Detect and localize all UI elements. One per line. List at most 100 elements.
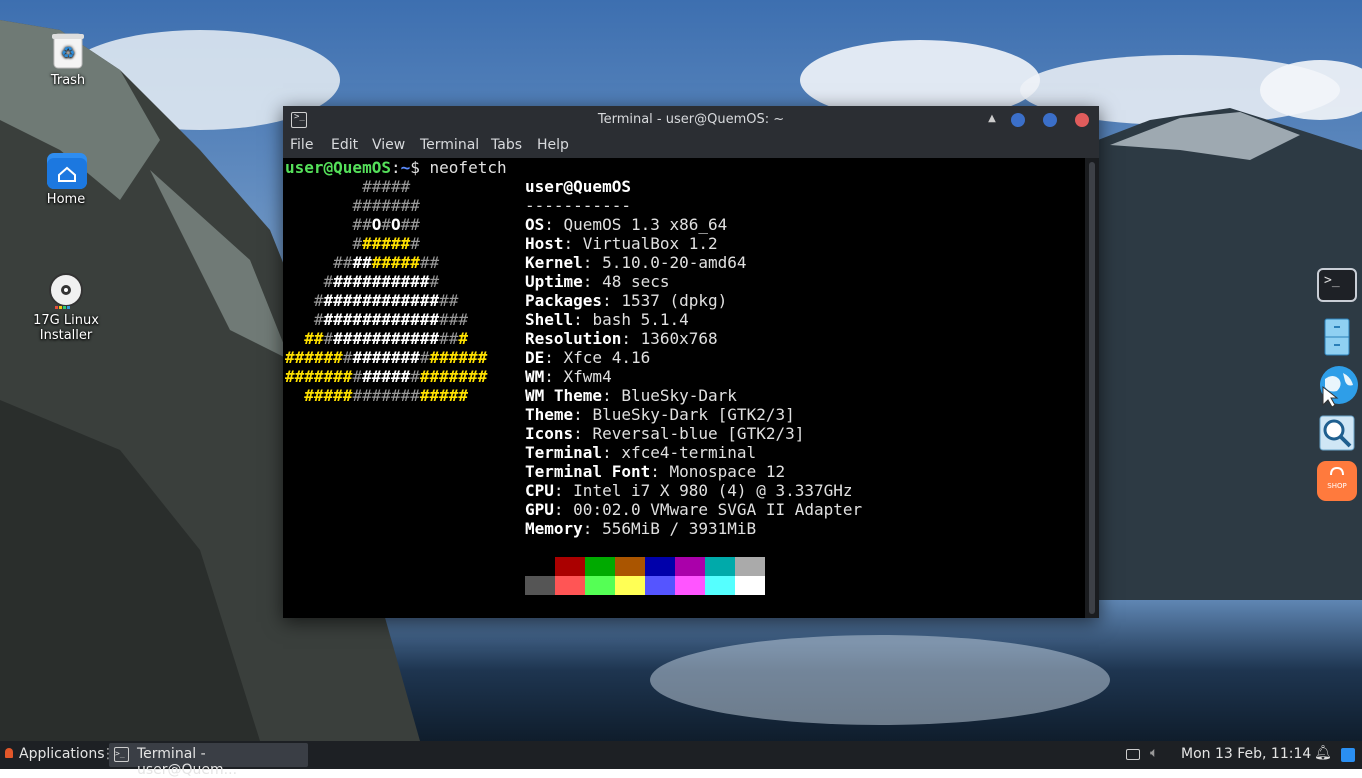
info-value: : bash 5.1.4 — [573, 310, 689, 329]
dock-web-browser-icon[interactable] — [1317, 365, 1358, 408]
info-key: Resolution — [525, 329, 622, 348]
show-desktop-icon[interactable] — [1341, 748, 1355, 762]
logo-line: ##################### — [285, 367, 488, 386]
info-key: OS — [525, 215, 545, 234]
prompt-path: ~ — [400, 158, 411, 177]
info-line: Uptime: 48 secs — [525, 272, 670, 291]
logo-line: ########### — [285, 253, 440, 272]
info-value: : 556MiB / 3931MiB — [582, 519, 757, 538]
prompt-user: user@QuemOS — [285, 158, 391, 177]
info-key: CPU — [525, 481, 554, 500]
menu-file[interactable]: File — [290, 137, 313, 153]
info-value: : Intel i7 X 980 (4) @ 3.337GHz — [553, 481, 853, 500]
info-key: Theme — [525, 405, 574, 424]
logo-line: ####### — [285, 196, 420, 215]
color-swatch — [645, 557, 675, 576]
terminal-window[interactable]: >_ Terminal - user@QuemOS: ~ ▲ File Edit… — [283, 106, 1099, 618]
info-key: WM Theme — [525, 386, 603, 405]
info-line: WM: Xfwm4 — [525, 367, 612, 386]
logo-line: ################# — [304, 386, 469, 405]
info-line: GPU: 00:02.0 VMware SVGA II Adapter — [525, 500, 862, 519]
info-line: Terminal Font: Monospace 12 — [525, 462, 785, 481]
applications-menu-icon — [5, 748, 13, 758]
info-line: CPU: Intel i7 X 980 (4) @ 3.337GHz — [525, 481, 853, 500]
info-value: : BlueSky-Dark — [602, 386, 737, 405]
desktop-icon-home[interactable]: Home — [21, 149, 111, 207]
info-key: Packages — [525, 291, 603, 310]
info-line: WM Theme: BlueSky-Dark — [525, 386, 737, 405]
logo-line: ####### — [285, 234, 420, 253]
info-value: : 1537 (dpkg) — [602, 291, 728, 310]
logo-line: ################# — [304, 329, 469, 348]
info-line: Resolution: 1360x768 — [525, 329, 718, 348]
logo-line: ############### — [285, 291, 459, 310]
color-swatch — [555, 576, 585, 595]
info-value: : Reversal-blue [GTK2/3] — [573, 424, 805, 443]
dock-file-cabinet-icon[interactable] — [1317, 317, 1357, 357]
info-value: : QuemOS 1.3 x86_64 — [544, 215, 728, 234]
desktop-icon-label: Home — [46, 192, 86, 207]
window-titlebar[interactable]: >_ Terminal - user@QuemOS: ~ ▲ — [283, 106, 1099, 133]
desktop-icon-trash[interactable]: ♻ Trash — [23, 30, 113, 88]
color-swatch — [525, 557, 555, 576]
info-key: Terminal — [525, 443, 603, 462]
logo-line: ############ — [285, 272, 440, 291]
menubar: File Edit View Terminal Tabs Help — [283, 133, 1099, 158]
dock-search-icon[interactable] — [1317, 413, 1357, 453]
home-folder-icon — [46, 149, 87, 189]
menu-terminal[interactable]: Terminal — [420, 137, 479, 153]
terminal-output[interactable]: user@QuemOS:~$ neofetch ##### ####### ##… — [283, 158, 1085, 618]
prompt-separator: : — [390, 158, 401, 177]
menu-edit[interactable]: Edit — [331, 137, 358, 153]
color-swatch — [615, 576, 645, 595]
info-key: Icons — [525, 424, 574, 443]
menu-tabs[interactable]: Tabs — [491, 137, 522, 153]
prompt-symbol: $ — [410, 158, 420, 177]
trash-icon: ♻ — [48, 30, 88, 70]
menu-help[interactable]: Help — [537, 137, 569, 153]
logo-line: ##################### — [285, 348, 488, 367]
close-button[interactable] — [1075, 113, 1089, 127]
desktop-icon-installer[interactable]: 17G Linux Installer — [21, 270, 111, 343]
info-key: DE — [525, 348, 545, 367]
info-separator: ----------- — [525, 196, 631, 215]
svg-text:♻: ♻ — [61, 43, 75, 62]
menu-view[interactable]: View — [372, 137, 405, 153]
color-swatch — [555, 557, 585, 576]
info-key: Memory — [525, 519, 583, 538]
color-swatch — [645, 576, 675, 595]
info-line: Theme: BlueSky-Dark [GTK2/3] — [525, 405, 795, 424]
clock[interactable]: Mon 13 Feb, 11:14 — [1181, 746, 1311, 762]
info-line: Shell: bash 5.1.4 — [525, 310, 689, 329]
prompt-line: user@QuemOS:~$ neofetch — [285, 158, 507, 177]
minimize-button[interactable] — [1011, 113, 1025, 127]
applications-menu-button[interactable]: Applications — [19, 746, 105, 762]
dock-terminal-icon[interactable]: >_ — [1317, 268, 1357, 302]
dock-shop-icon[interactable]: SHOP — [1317, 461, 1357, 501]
info-line: Icons: Reversal-blue [GTK2/3] — [525, 424, 804, 443]
scrollbar-thumb[interactable] — [1089, 162, 1095, 614]
info-key: Kernel — [525, 253, 583, 272]
volume-icon[interactable]: 🔈︎ — [1150, 745, 1158, 761]
info-value: : Monospace 12 — [650, 462, 786, 481]
info-line: Terminal: xfce4-terminal — [525, 443, 756, 462]
chat-notification-icon[interactable] — [1126, 749, 1140, 760]
color-swatch — [525, 576, 555, 595]
color-swatch — [735, 576, 765, 595]
info-value: : xfce4-terminal — [602, 443, 757, 462]
taskbar-task-label: Terminal - user@Quem... — [137, 746, 238, 778]
info-value: : Xfwm4 — [544, 367, 612, 386]
info-line: Host: VirtualBox 1.2 — [525, 234, 718, 253]
color-swatch — [675, 557, 705, 576]
maximize-button[interactable] — [1043, 113, 1057, 127]
shade-button[interactable]: ▲ — [986, 113, 998, 125]
info-key: Host — [525, 234, 564, 253]
info-line: Kernel: 5.10.0-20-amd64 — [525, 253, 747, 272]
info-value: : Xfce 4.16 — [544, 348, 651, 367]
info-value: : 5.10.0-20-amd64 — [582, 253, 747, 272]
info-header: user@QuemOS — [525, 177, 631, 196]
taskbar-task-terminal[interactable]: >_ Terminal - user@Quem... — [109, 743, 308, 778]
notifications-bell-icon[interactable]: 🔔︎ — [1314, 745, 1332, 761]
info-key: Terminal Font — [525, 462, 651, 481]
scrollbar[interactable] — [1085, 158, 1099, 618]
